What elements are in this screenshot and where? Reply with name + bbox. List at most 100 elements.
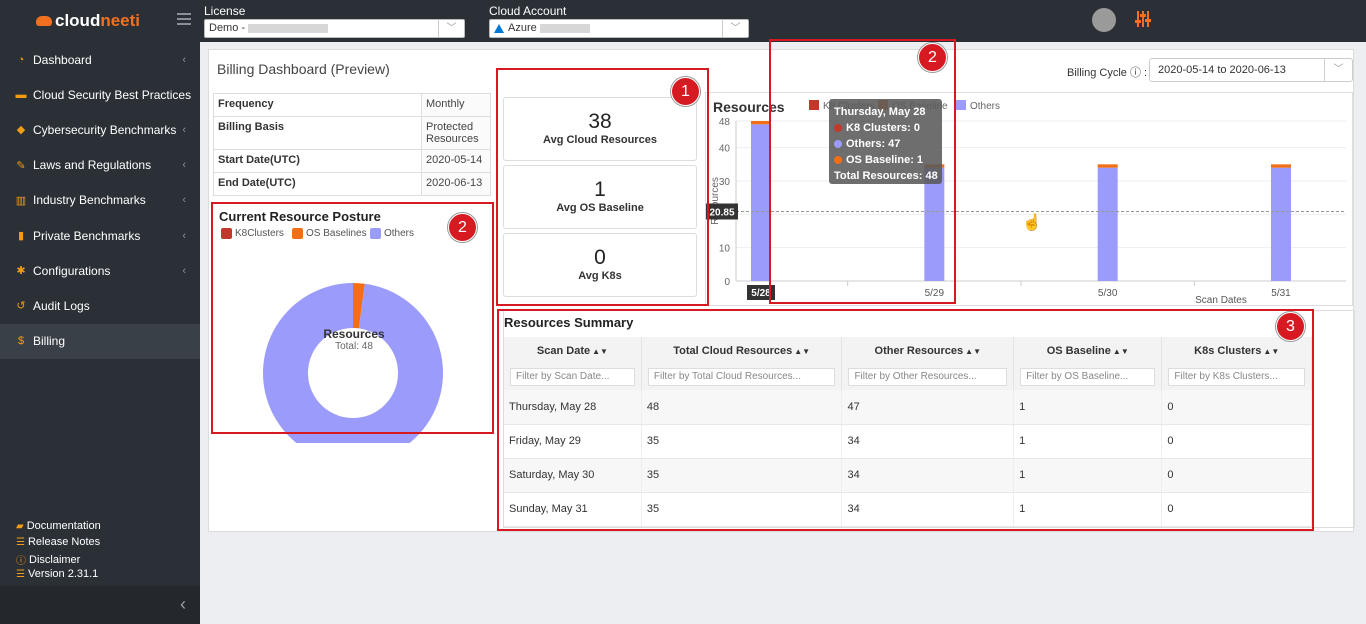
x-axis-label: Scan Dates xyxy=(1195,295,1247,306)
tooltip-line-os: OS Baseline: 1 xyxy=(834,152,937,168)
x-tick-label: 5/31 xyxy=(1271,288,1291,299)
sidebar-item-audit-logs[interactable]: ↺ Audit Logs xyxy=(0,288,200,323)
shield-icon: ◆ xyxy=(16,124,26,137)
briefcase-icon: ▬ xyxy=(15,88,27,101)
sidebar-item-label: Cybersecurity Benchmarks xyxy=(33,122,177,137)
redacted-text xyxy=(248,23,329,33)
sidebar-item-laws-and-regulations[interactable]: ✎ Laws and Regulations ‹ xyxy=(0,148,200,183)
tooltip-dot xyxy=(834,124,842,133)
chevron-left-icon: ‹ xyxy=(182,123,186,136)
billing-cycle-select[interactable]: 2020-05-14 to 2020-06-13 ﹀ xyxy=(1149,58,1353,82)
sidebar-item-label: Private Benchmarks xyxy=(33,228,141,243)
sidebar-item-label: Dashboard xyxy=(33,52,92,67)
brand-text-2: neeti xyxy=(100,11,141,30)
y-tick-label: 10 xyxy=(719,244,731,255)
brand-logo[interactable]: cloud neeti xyxy=(0,0,200,42)
bar-others[interactable] xyxy=(1097,167,1118,281)
info-key: Start Date(UTC) xyxy=(213,149,422,173)
chart-tooltip: Thursday, May 28 K8 Clusters: 0 Others: … xyxy=(829,99,942,184)
sidebar-item-billing[interactable]: $ Billing xyxy=(0,323,200,359)
info-value: 2020-05-14 xyxy=(421,149,491,173)
license-select[interactable]: Demo - ﹀ xyxy=(204,19,465,38)
y-tick-label: 40 xyxy=(719,144,731,155)
info-value: Protected Resources xyxy=(421,116,491,150)
gear-icon: ✱ xyxy=(16,265,26,278)
user-avatar[interactable] xyxy=(1092,8,1116,32)
annotation-box-3 xyxy=(497,309,1314,531)
sidebar-item-private-benchmarks[interactable]: ▮ Private Benchmarks ‹ xyxy=(0,218,200,253)
info-key: End Date(UTC) xyxy=(213,172,422,196)
cloud-account-select[interactable]: Azure ﹀ xyxy=(489,19,749,38)
bank-icon: ▥ xyxy=(15,194,27,207)
chart-legend-label[interactable]: Others xyxy=(970,101,1000,112)
sidebar-item-configurations[interactable]: ✱ Configurations ‹ xyxy=(0,253,200,288)
redacted-text xyxy=(539,23,590,33)
license-value: Demo - xyxy=(209,22,246,34)
annotation-badge: 2 xyxy=(448,213,477,242)
bar-os-baseline[interactable] xyxy=(1097,164,1118,168)
license-label: License xyxy=(204,4,246,18)
tooltip-dot xyxy=(834,140,842,149)
chevron-left-icon: ‹ xyxy=(182,229,186,242)
gavel-icon: ✎ xyxy=(16,159,26,172)
page-title: Billing Dashboard (Preview) xyxy=(217,61,390,77)
hamburger-menu-icon[interactable] xyxy=(177,13,191,25)
x-tick-label: 5/30 xyxy=(1098,288,1118,299)
info-key: Billing Basis xyxy=(213,116,422,150)
footer-link-version-2-31-1[interactable]: ☰ Version 2.31.1 xyxy=(16,568,98,580)
settings-sliders-icon[interactable] xyxy=(1134,10,1152,33)
sidebar-item-label: Cloud Security Best Practices xyxy=(33,87,192,102)
y-tick-label: 48 xyxy=(719,117,731,128)
info-value: Monthly xyxy=(421,93,491,117)
info-row: Frequency Monthly xyxy=(213,93,491,117)
cloud-account-label: Cloud Account xyxy=(489,4,567,18)
info-value: 2020-06-13 xyxy=(421,172,491,196)
billing-cycle-value: 2020-05-14 to 2020-06-13 xyxy=(1158,64,1286,76)
sidebar-item-label: Laws and Regulations xyxy=(33,158,152,173)
sidebar-item-label: Industry Benchmarks xyxy=(33,193,146,208)
info-row: End Date(UTC) 2020-06-13 xyxy=(213,172,491,196)
bar-chart-icon: ▮ xyxy=(17,230,25,242)
info-icon: ⓘ xyxy=(1129,67,1141,79)
footer-link-release-notes[interactable]: ☰ Release Notes xyxy=(16,536,100,548)
bar-others[interactable] xyxy=(751,124,771,281)
brand-text-1: cloud xyxy=(55,11,101,30)
annotation-badge: 1 xyxy=(671,77,700,106)
bar-os-baseline[interactable] xyxy=(1271,164,1291,168)
sidebar-item-dashboard[interactable]: ◔ Dashboard ‹ xyxy=(0,42,200,77)
chevron-left-icon: ‹ xyxy=(182,194,186,207)
book-icon: ▰ xyxy=(16,520,24,532)
chevron-left-icon: ‹ xyxy=(182,53,186,66)
tooltip-total: Total Resources: 48 xyxy=(834,170,938,182)
sidebar-item-label: Audit Logs xyxy=(33,298,90,313)
list-icon: ☰ xyxy=(16,536,25,548)
sidebar-item-label: Configurations xyxy=(33,263,111,278)
chart-legend-swatch xyxy=(956,100,966,110)
tooltip-line-k8: K8 Clusters: 0 xyxy=(834,120,937,136)
footer-link-label: Release Notes xyxy=(27,536,101,548)
info-row: Start Date(UTC) 2020-05-14 xyxy=(213,149,491,173)
dollar-icon: $ xyxy=(17,335,25,348)
collapse-sidebar-button[interactable]: ‹ xyxy=(0,586,200,624)
chevron-left-icon: ‹ xyxy=(182,159,186,172)
footer-link-label: Version 2.31.1 xyxy=(27,568,99,580)
tooltip-dot xyxy=(834,156,842,165)
sidebar-item-industry-benchmarks[interactable]: ▥ Industry Benchmarks ‹ xyxy=(0,183,200,218)
tooltip-line-others: Others: 47 xyxy=(834,136,937,152)
y-tick-label: 0 xyxy=(724,277,730,288)
average-label: 20.85 xyxy=(709,208,734,219)
azure-icon xyxy=(494,23,504,33)
list-icon: ☰ xyxy=(16,568,25,580)
topbar: License Demo - ﹀ Cloud Account Azure ﹀ xyxy=(200,0,1366,42)
history-icon: ↺ xyxy=(16,300,26,313)
billing-cycle-label: Billing Cycle ⓘ : xyxy=(1067,67,1148,79)
footer-link-disclaimer[interactable]: ⓘ Disclaimer xyxy=(16,552,80,568)
chevron-down-icon: ﹀ xyxy=(438,20,464,37)
bar-os-baseline[interactable] xyxy=(751,121,771,125)
sidebar-item-cloud-security-best-practices[interactable]: ▬ Cloud Security Best Practices xyxy=(0,77,200,112)
sidebar-item-cybersecurity-benchmarks[interactable]: ◆ Cybersecurity Benchmarks ‹ xyxy=(0,112,200,147)
footer-link-label: Documentation xyxy=(26,520,101,532)
footer-link-documentation[interactable]: ▰ Documentation xyxy=(16,520,101,532)
hand-cursor-icon: ☝ xyxy=(1022,213,1042,232)
bar-others[interactable] xyxy=(1271,167,1291,281)
